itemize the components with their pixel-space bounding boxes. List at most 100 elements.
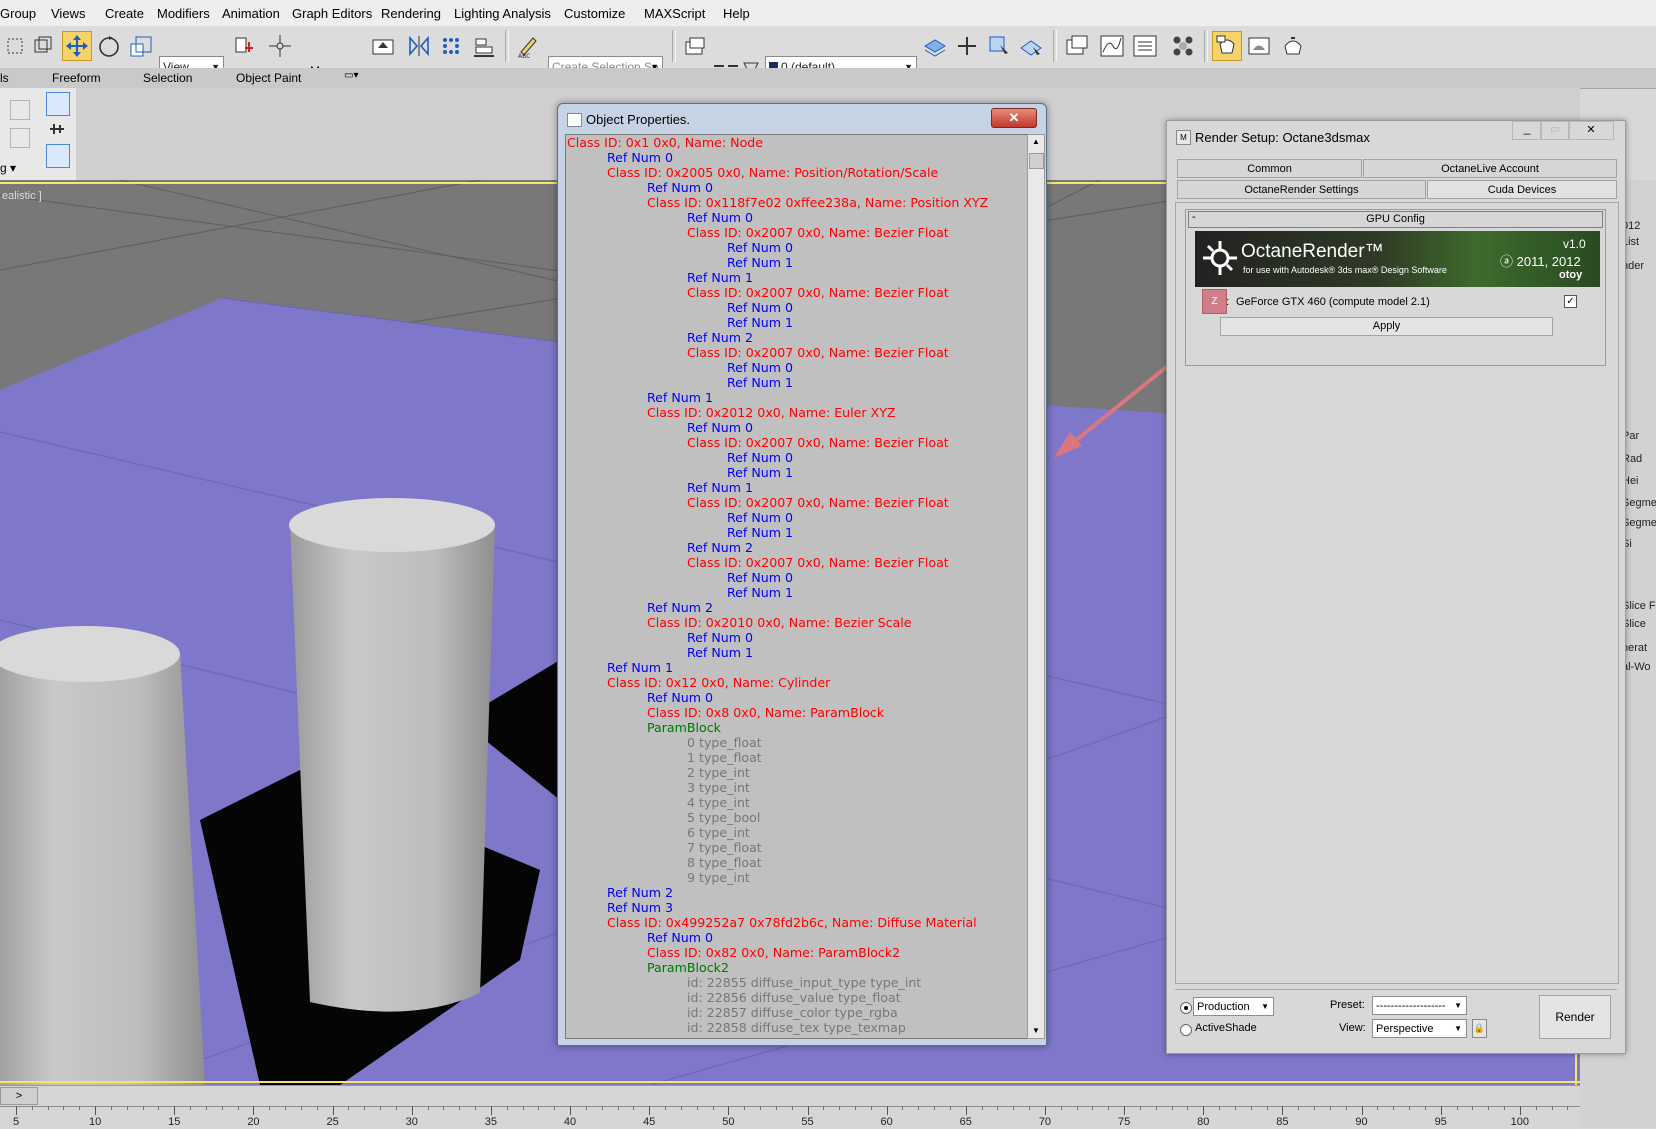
new-layer-icon[interactable] bbox=[920, 31, 950, 61]
spelling-icon[interactable]: ABC bbox=[514, 31, 544, 61]
collapse-icon[interactable]: - bbox=[1192, 211, 1196, 223]
ribbon-tool-icon[interactable] bbox=[10, 100, 30, 120]
menu-item-graph-editors[interactable]: Graph Editors bbox=[292, 6, 372, 21]
render-button[interactable]: Render bbox=[1539, 995, 1611, 1039]
render-setup-icon[interactable] bbox=[1212, 31, 1242, 61]
rendered-frame-window-icon[interactable] bbox=[1244, 31, 1274, 61]
scroll-thumb[interactable] bbox=[1029, 153, 1044, 169]
tree-line: Class ID: 0x8 0x0, Name: ParamBlock bbox=[647, 705, 885, 720]
tree-line: Ref Num 1 bbox=[687, 645, 754, 660]
device-enabled-checkbox[interactable]: ✓ bbox=[1564, 295, 1577, 308]
cylinder-right[interactable] bbox=[289, 498, 495, 1012]
layer-manager-icon[interactable] bbox=[680, 31, 710, 61]
tree-line: 8 type_float bbox=[687, 855, 762, 870]
apply-button[interactable]: Apply bbox=[1220, 317, 1553, 336]
tree-line: Class ID: 0x82 0x0, Name: ParamBlock2 bbox=[647, 945, 901, 960]
timeline-minor-tick bbox=[538, 1106, 540, 1110]
tree-line: Ref Num 3 bbox=[607, 900, 674, 915]
timeline-minor-tick bbox=[1234, 1106, 1236, 1110]
ribbon-tab-object-paint[interactable]: Object Paint bbox=[236, 71, 301, 85]
menu-item-modifiers[interactable]: Modifiers bbox=[157, 6, 210, 21]
octane-logo-icon bbox=[1203, 241, 1237, 275]
scene-explorer-icon[interactable] bbox=[1062, 31, 1092, 61]
close-button[interactable]: ✕ bbox=[991, 108, 1037, 128]
tab-common[interactable]: Common bbox=[1177, 159, 1362, 178]
ribbon-light-icon[interactable] bbox=[46, 92, 70, 116]
timeline-minor-tick bbox=[47, 1106, 49, 1110]
ribbon-tool-icon[interactable] bbox=[10, 128, 30, 148]
timeline[interactable]: > 5 10 15 20 25 30 35 40 45 50 55 60 65 70 75 80 85 90 95 1… bbox=[0, 1085, 1580, 1129]
move-icon[interactable] bbox=[62, 31, 92, 61]
banner-product: OctaneRender™ bbox=[1241, 241, 1384, 262]
ribbon-dropdown[interactable]: g ▾ bbox=[0, 161, 16, 175]
rollout-header[interactable]: GPU Config bbox=[1188, 211, 1603, 228]
ribbon-tab-freeform[interactable]: Freeform bbox=[52, 71, 101, 85]
menu-item-animation[interactable]: Animation bbox=[222, 6, 280, 21]
menu-item-help[interactable]: Help bbox=[723, 6, 750, 21]
production-radio[interactable] bbox=[1180, 1002, 1192, 1014]
timeline-minor-tick bbox=[696, 1106, 698, 1110]
select-in-layer-icon[interactable] bbox=[984, 31, 1014, 61]
banner-tagline: for use with Autodesk® 3ds max® Design S… bbox=[1243, 265, 1447, 275]
named-selection-icon[interactable] bbox=[368, 31, 398, 61]
menu-item-rendering[interactable]: Rendering bbox=[381, 6, 441, 21]
timeline-minor-tick bbox=[665, 1106, 667, 1110]
scroll-up-icon[interactable]: ▲ bbox=[1028, 135, 1044, 149]
array-icon[interactable] bbox=[436, 31, 466, 61]
cylinder-left[interactable] bbox=[0, 626, 205, 1085]
timeline-tick-label: 5 bbox=[12, 1116, 20, 1128]
ribbon-pin-icon[interactable] bbox=[46, 118, 68, 140]
production-combo[interactable]: Production ▼ bbox=[1193, 997, 1274, 1016]
tree-line: Ref Num 0 bbox=[727, 300, 794, 315]
lock-icon[interactable]: 🔒 bbox=[1472, 1019, 1487, 1038]
timeline-tick bbox=[570, 1106, 572, 1115]
tab-cuda-devices[interactable]: Cuda Devices bbox=[1427, 180, 1617, 199]
material-editor-icon[interactable] bbox=[1168, 31, 1198, 61]
scale-icon[interactable] bbox=[126, 31, 156, 61]
window-crossing-icon[interactable] bbox=[28, 31, 58, 61]
ribbon-tab-selection[interactable]: Selection bbox=[143, 71, 192, 85]
preset-combo[interactable]: ------------------- ▼ bbox=[1372, 996, 1467, 1015]
curve-editor-icon[interactable] bbox=[1097, 31, 1127, 61]
align-icon[interactable] bbox=[469, 31, 499, 61]
viewport-label[interactable]: ealistic ] bbox=[2, 190, 42, 202]
close-button[interactable]: ✕ bbox=[1568, 121, 1614, 140]
menu-item-group[interactable]: Group bbox=[0, 6, 36, 21]
activeshade-radio[interactable] bbox=[1180, 1024, 1192, 1036]
menu-item-views[interactable]: Views bbox=[51, 6, 85, 21]
view-combo[interactable]: Perspective ▼ bbox=[1372, 1019, 1467, 1038]
menu-item-lighting-analysis[interactable]: Lighting Analysis bbox=[454, 6, 551, 21]
rotate-icon[interactable] bbox=[94, 31, 124, 61]
menu-item-create[interactable]: Create bbox=[105, 6, 144, 21]
set-current-layer-icon[interactable] bbox=[1016, 31, 1046, 61]
scroll-down-icon[interactable]: ▼ bbox=[1028, 1024, 1044, 1038]
manipulate-icon[interactable] bbox=[265, 31, 295, 61]
vertical-scrollbar[interactable]: ▲ ▼ bbox=[1027, 134, 1045, 1039]
timeline-tick-label: 50 bbox=[722, 1116, 735, 1128]
minimize-button[interactable]: _ bbox=[1512, 121, 1542, 140]
timeline-minor-tick bbox=[1298, 1106, 1300, 1110]
properties-tree[interactable]: Class ID: 0x1 0x0, Name: Node Ref Num 0 Cl… bbox=[565, 134, 1029, 1039]
timeline-arrow-button[interactable]: > bbox=[0, 1087, 38, 1105]
divider bbox=[1175, 989, 1617, 990]
add-to-layer-icon[interactable] bbox=[952, 31, 982, 61]
pivot-center-icon[interactable] bbox=[229, 31, 259, 61]
timeline-minor-tick bbox=[475, 1106, 477, 1110]
ribbon-snap-icon[interactable] bbox=[46, 144, 70, 168]
timeline-minor-tick bbox=[459, 1106, 461, 1110]
ribbon-tab-ls[interactable]: ls bbox=[0, 71, 9, 85]
menu-item-maxscript[interactable]: MAXScript bbox=[644, 6, 705, 21]
timeline-tick bbox=[490, 1106, 492, 1115]
timeline-tick bbox=[332, 1106, 334, 1115]
render-production-icon[interactable] bbox=[1278, 31, 1308, 61]
mirror-icon[interactable] bbox=[404, 31, 434, 61]
timeline-minor-tick bbox=[364, 1106, 366, 1110]
tree-line: 7 type_float bbox=[687, 840, 762, 855]
schematic-view-icon[interactable] bbox=[1130, 31, 1160, 61]
menu-item-customize[interactable]: Customize bbox=[564, 6, 625, 21]
ribbon-minimize-icon[interactable]: ▭▾ bbox=[344, 70, 358, 81]
timeline-tick-label: 100 bbox=[1510, 1116, 1530, 1128]
tab-octanelive-account[interactable]: OctaneLive Account bbox=[1363, 159, 1617, 178]
timeline-minor-tick bbox=[142, 1106, 144, 1110]
tab-octanerender-settings[interactable]: OctaneRender Settings bbox=[1177, 180, 1426, 199]
